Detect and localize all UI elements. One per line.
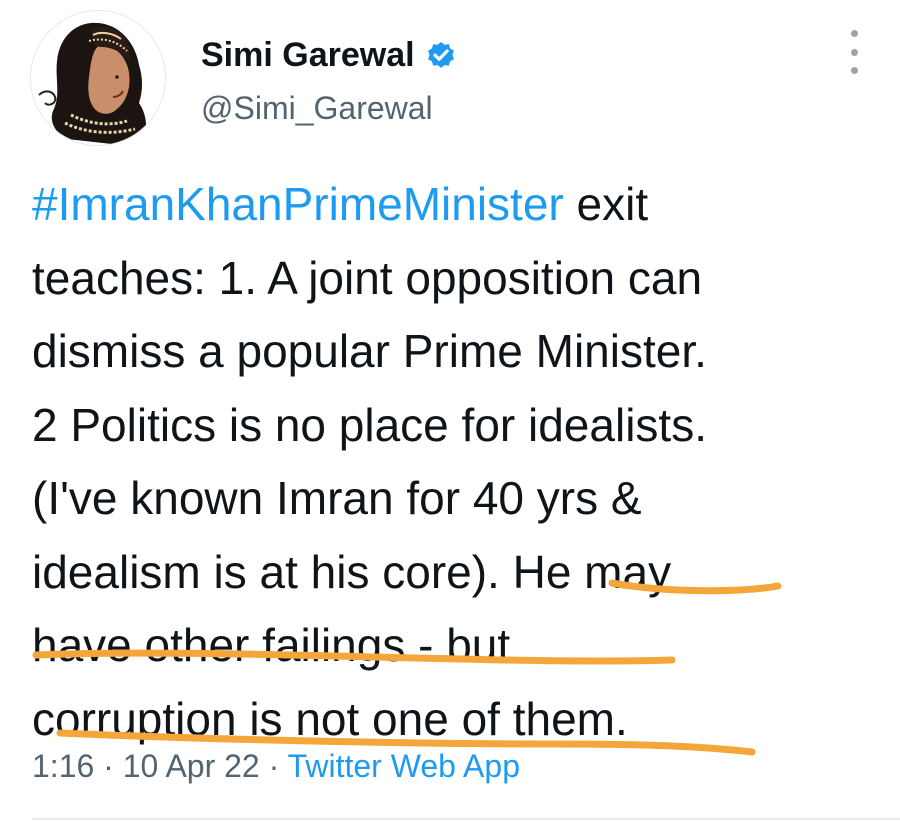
avatar[interactable] [30,10,166,146]
tweet-source-link[interactable]: Twitter Web App [288,748,520,784]
display-name[interactable]: Simi Garewal [201,36,415,75]
divider [32,818,900,820]
verified-badge-icon [425,40,457,72]
display-name-row[interactable]: Simi Garewal [201,36,457,75]
tweet-date[interactable]: 10 Apr 22 [123,748,260,784]
more-options-button[interactable] [840,30,868,74]
tweet-time[interactable]: 1:16 [32,748,94,784]
user-handle[interactable]: @Simi_Garewal [201,90,433,127]
tweet-line-5: (I've known Imran for 40 yrs & [32,472,642,524]
tweet-line-2: teaches: 1. A joint opposition can [32,251,703,304]
tweet-text: #ImranKhanPrimeMinister exit teaches: 1.… [32,168,882,756]
tweet-line-6: idealism is at his core). He may [32,545,672,598]
vertical-dots-icon [850,30,858,37]
tweet-metadata: 1:16 · 10 Apr 22 · Twitter Web App [32,748,520,785]
meta-separator: · [259,748,288,784]
tweet-line-1: #ImranKhanPrimeMinister exit [32,178,649,230]
tweet-line-8: corruption is not one of them. [32,692,628,745]
tweet-line-7: have other failings - but [32,619,511,671]
hashtag-link[interactable]: #ImranKhanPrimeMinister [32,178,564,230]
tweet-line-3: dismiss a popular Prime Minister. [32,325,707,377]
tweet-line-4: 2 Politics is no place for idealists. [32,398,707,451]
profile-illustration-icon [31,11,165,145]
meta-separator: · [94,748,123,784]
